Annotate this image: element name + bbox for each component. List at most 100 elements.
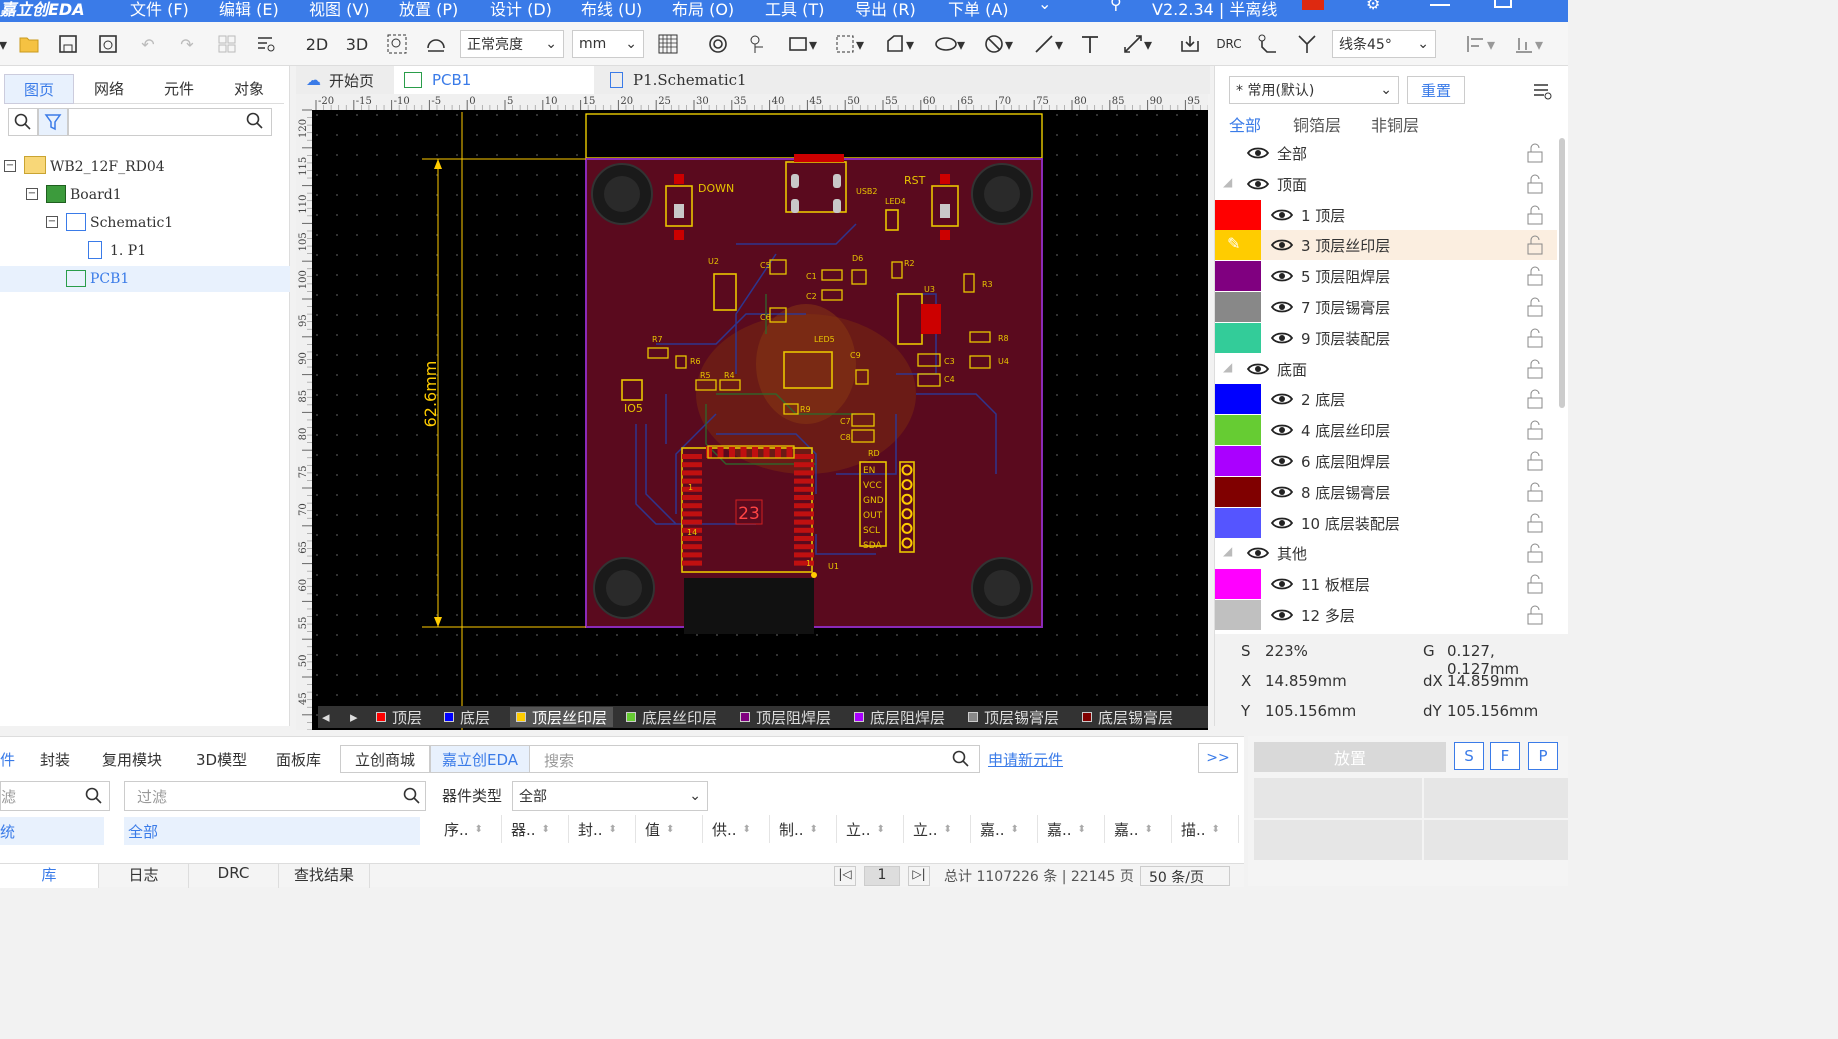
drc-button[interactable]: DRC xyxy=(1216,31,1242,57)
eye-icon[interactable] xyxy=(1246,146,1270,160)
eye-icon[interactable] xyxy=(1246,362,1270,376)
search-icon[interactable] xyxy=(8,108,38,136)
tab-start-page[interactable]: ☁ 开始页 xyxy=(300,66,390,94)
layer-bottom[interactable]: 底层 xyxy=(444,707,490,727)
rect-icon[interactable]: ▾ xyxy=(786,31,818,57)
maximize-icon[interactable] xyxy=(1494,0,1512,8)
filter-tab-non-copper[interactable]: 非铜层 xyxy=(1371,112,1419,136)
menu-export[interactable]: 导出 (R) xyxy=(855,0,916,20)
unlock-icon[interactable] xyxy=(1525,143,1545,163)
search-icon[interactable]: ⚲ xyxy=(1110,0,1122,13)
search-icon[interactable] xyxy=(246,112,266,132)
layer-color-swatch[interactable] xyxy=(1215,292,1261,322)
page-number-input[interactable]: 1 xyxy=(864,866,900,886)
category-item[interactable]: 统 xyxy=(0,817,104,845)
tab-pcb1[interactable]: PCB1 xyxy=(394,66,594,94)
search-icon[interactable] xyxy=(403,787,421,809)
tab-components[interactable]: 件 xyxy=(0,745,15,773)
layer-color-swatch[interactable] xyxy=(1215,415,1261,446)
distribute-icon[interactable]: ▾ xyxy=(1508,31,1548,57)
column-header[interactable]: 嘉.. ⬍ xyxy=(1106,815,1172,843)
subcategory-item[interactable]: 全部 xyxy=(124,817,420,845)
tree-item-schematic[interactable]: − Schematic1 xyxy=(0,210,290,236)
save-history-icon[interactable] xyxy=(96,31,120,57)
column-header[interactable]: 立.. ⬍ xyxy=(838,815,904,843)
tab-footprints[interactable]: 封装 xyxy=(40,745,70,773)
layer-color-swatch[interactable] xyxy=(1215,507,1261,538)
list-search-icon[interactable] xyxy=(254,31,278,57)
tree-item-pcb[interactable]: PCB1 xyxy=(0,266,290,292)
layer-row[interactable]: 12 多层 xyxy=(1215,600,1557,630)
pin-icon[interactable] xyxy=(746,31,770,57)
layer-row[interactable]: 8 底层锡膏层 xyxy=(1215,476,1557,507)
layer-top-solder-mask[interactable]: 顶层阻焊层 xyxy=(740,707,831,727)
save-icon[interactable] xyxy=(56,31,80,57)
column-header[interactable]: 立.. ⬍ xyxy=(905,815,971,843)
column-header[interactable]: 描.. ⬍ xyxy=(1173,815,1239,843)
layer-bottom-silk[interactable]: 底层丝印层 xyxy=(626,707,717,727)
eye-icon[interactable] xyxy=(1270,577,1294,591)
layer-row[interactable]: 7 顶层锡膏层 xyxy=(1215,292,1557,322)
text-icon[interactable] xyxy=(1078,31,1102,57)
menu-file[interactable]: 文件 (F) xyxy=(130,0,189,20)
pcb-drawing[interactable]: -20 -15 -10 -5 0 5 10 15 20 25 30 35 40 45 50 55 60 65 70 7… xyxy=(296,94,1208,730)
layer-row[interactable]: 6 底层阻焊层 xyxy=(1215,446,1557,476)
footer-tab-library[interactable]: 库 xyxy=(0,864,98,888)
column-header[interactable]: 制.. ⬍ xyxy=(771,815,837,843)
collapse-icon[interactable]: − xyxy=(4,160,16,172)
eye-icon[interactable] xyxy=(1270,423,1294,437)
unlock-icon[interactable] xyxy=(1525,420,1545,440)
eye-icon[interactable] xyxy=(1246,546,1270,560)
eye-icon[interactable] xyxy=(1270,331,1294,345)
layer-color-swatch[interactable] xyxy=(1215,199,1261,230)
tab-reuse-blocks[interactable]: 复用模块 xyxy=(102,745,162,773)
layer-top[interactable]: 顶层 xyxy=(376,707,422,727)
no-icon[interactable]: ▾ xyxy=(982,31,1014,57)
unlock-icon[interactable] xyxy=(1525,205,1545,225)
collapse-icon[interactable]: ◢ xyxy=(1223,544,1232,558)
tab-3d-models[interactable]: 3D模型 xyxy=(196,745,247,773)
last-page-icon[interactable]: ▷| xyxy=(908,866,930,886)
unlock-icon[interactable] xyxy=(1525,482,1545,502)
menu-more-chevron-icon[interactable]: ⌄ xyxy=(1038,0,1051,13)
layer-group-row[interactable]: ◢ 顶面 xyxy=(1215,169,1557,199)
unlock-icon[interactable] xyxy=(1525,359,1545,379)
column-header[interactable]: 器.. ⬍ xyxy=(503,815,569,843)
tree-item-board[interactable]: − Board1 xyxy=(0,182,290,208)
eye-icon[interactable] xyxy=(1270,392,1294,406)
menu-layout[interactable]: 布局 (O) xyxy=(672,0,734,20)
eye-icon[interactable] xyxy=(1270,485,1294,499)
layer-row[interactable]: 5 顶层阻焊层 xyxy=(1215,261,1557,292)
layer-list-scrollbar[interactable] xyxy=(1559,138,1565,408)
grid-icon[interactable] xyxy=(656,31,680,57)
via-icon[interactable] xyxy=(706,31,730,57)
unlock-icon[interactable] xyxy=(1525,574,1545,594)
eye-icon[interactable] xyxy=(1270,208,1294,222)
column-header[interactable]: 供.. ⬍ xyxy=(704,815,770,843)
unlock-icon[interactable] xyxy=(1525,328,1545,348)
eye-icon[interactable] xyxy=(1270,516,1294,530)
layer-row[interactable]: 2 底层 xyxy=(1215,384,1557,415)
place-button[interactable]: 放置 xyxy=(1254,742,1446,772)
view-3d-button[interactable]: 3D xyxy=(343,31,371,57)
unlock-icon[interactable] xyxy=(1525,297,1545,317)
undo-icon[interactable]: ↶ xyxy=(136,31,160,57)
column-header[interactable]: 值 ⬍ xyxy=(637,815,703,843)
menu-edit[interactable]: 编辑 (E) xyxy=(219,0,279,20)
layer-row[interactable]: 9 顶层装配层 xyxy=(1215,322,1557,353)
line-icon[interactable]: ▾ xyxy=(1030,31,1066,57)
route-icon[interactable] xyxy=(1256,31,1280,57)
layer-bottom-paste[interactable]: 底层锡膏层 xyxy=(1082,707,1173,727)
layer-color-swatch[interactable] xyxy=(1215,476,1261,507)
layer-bottom-solder-mask[interactable]: 底层阻焊层 xyxy=(854,707,945,727)
layer-color-swatch[interactable] xyxy=(1215,322,1261,353)
tab-schematic[interactable]: P1.Schematic1 xyxy=(598,66,798,94)
layer-row[interactable]: 1 顶层 xyxy=(1215,199,1557,230)
toolbar-dropdown-icon[interactable]: ▾ xyxy=(0,31,8,57)
import-icon[interactable] xyxy=(1178,31,1202,57)
unlock-icon[interactable] xyxy=(1525,266,1545,286)
open-folder-icon[interactable] xyxy=(17,31,41,57)
footprint-button[interactable]: F xyxy=(1490,742,1520,770)
tree-search-input[interactable] xyxy=(68,108,272,136)
preview-button[interactable]: P xyxy=(1528,742,1558,770)
